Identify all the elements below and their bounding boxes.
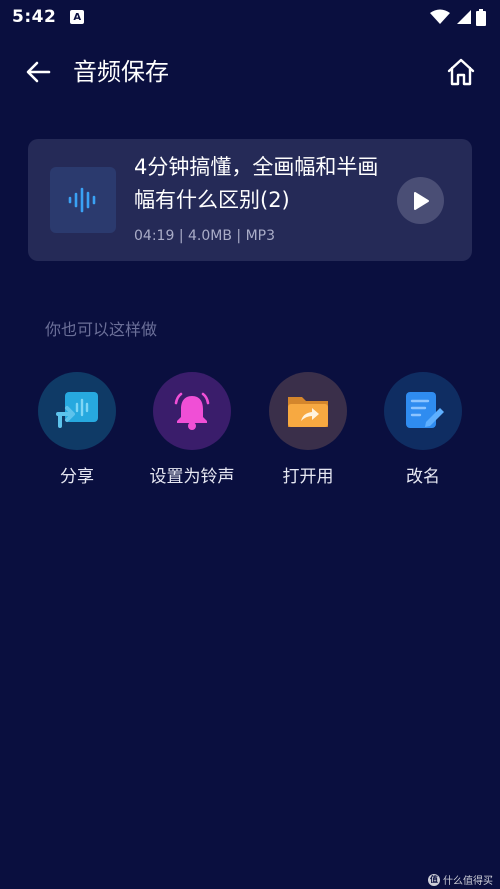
share-label: 分享 bbox=[60, 467, 94, 487]
open-with-action[interactable]: 打开用 bbox=[250, 372, 366, 487]
rename-action[interactable]: 改名 bbox=[365, 372, 481, 487]
play-icon bbox=[413, 191, 429, 210]
audio-thumbnail bbox=[50, 167, 116, 233]
audio-size: 4.0MB bbox=[187, 228, 232, 244]
ringtone-action[interactable]: 设置为铃声 bbox=[134, 372, 250, 487]
status-icons bbox=[430, 8, 486, 26]
bell-icon bbox=[174, 392, 210, 430]
audio-meta: 04:19 | 4.0MB | MP3 bbox=[134, 226, 275, 246]
open-with-label: 打开用 bbox=[282, 467, 334, 487]
rename-button[interactable] bbox=[384, 372, 462, 450]
edit-note-icon bbox=[406, 392, 444, 428]
meta-separator: | bbox=[236, 228, 242, 244]
watermark: 值 什么值得买 bbox=[428, 872, 493, 887]
ringtone-button[interactable] bbox=[153, 372, 231, 450]
audio-card[interactable]: 4分钟搞懂，全画幅和半画幅有什么区别(2) 04:19 | 4.0MB | MP… bbox=[28, 139, 472, 261]
status-time: 5:42 bbox=[12, 7, 57, 27]
audio-format: MP3 bbox=[245, 228, 275, 244]
action-row: 分享 设置为铃声 打开用 改名 bbox=[0, 372, 500, 492]
hint-text: 你也可以这样做 bbox=[45, 320, 158, 339]
audio-title: 4分钟搞懂，全画幅和半画幅有什么区别(2) bbox=[134, 155, 379, 212]
app-bar: 音频保存 bbox=[0, 42, 500, 102]
folder-open-icon bbox=[288, 397, 328, 427]
home-icon bbox=[447, 58, 475, 86]
rename-label: 改名 bbox=[406, 467, 440, 487]
notification-icon: A bbox=[70, 10, 85, 24]
arrow-left-icon bbox=[26, 61, 51, 83]
battery-icon bbox=[476, 8, 486, 26]
audio-wave-icon bbox=[68, 187, 96, 213]
share-action[interactable]: 分享 bbox=[19, 372, 135, 487]
share-button[interactable] bbox=[38, 372, 116, 450]
watermark-text: 什么值得买 bbox=[443, 876, 493, 887]
wifi-icon bbox=[430, 9, 450, 24]
open-with-button[interactable] bbox=[269, 372, 347, 450]
share-icon bbox=[56, 392, 98, 428]
status-bar: 5:42 A bbox=[0, 0, 500, 34]
meta-separator: | bbox=[178, 228, 184, 244]
ringtone-label: 设置为铃声 bbox=[149, 467, 235, 487]
home-button[interactable] bbox=[443, 54, 479, 90]
watermark-logo: 值 bbox=[428, 873, 440, 886]
play-button[interactable] bbox=[397, 177, 444, 224]
back-button[interactable] bbox=[22, 56, 54, 88]
signal-icon bbox=[457, 10, 471, 24]
page-title: 音频保存 bbox=[73, 58, 169, 86]
audio-duration: 04:19 bbox=[134, 228, 175, 244]
